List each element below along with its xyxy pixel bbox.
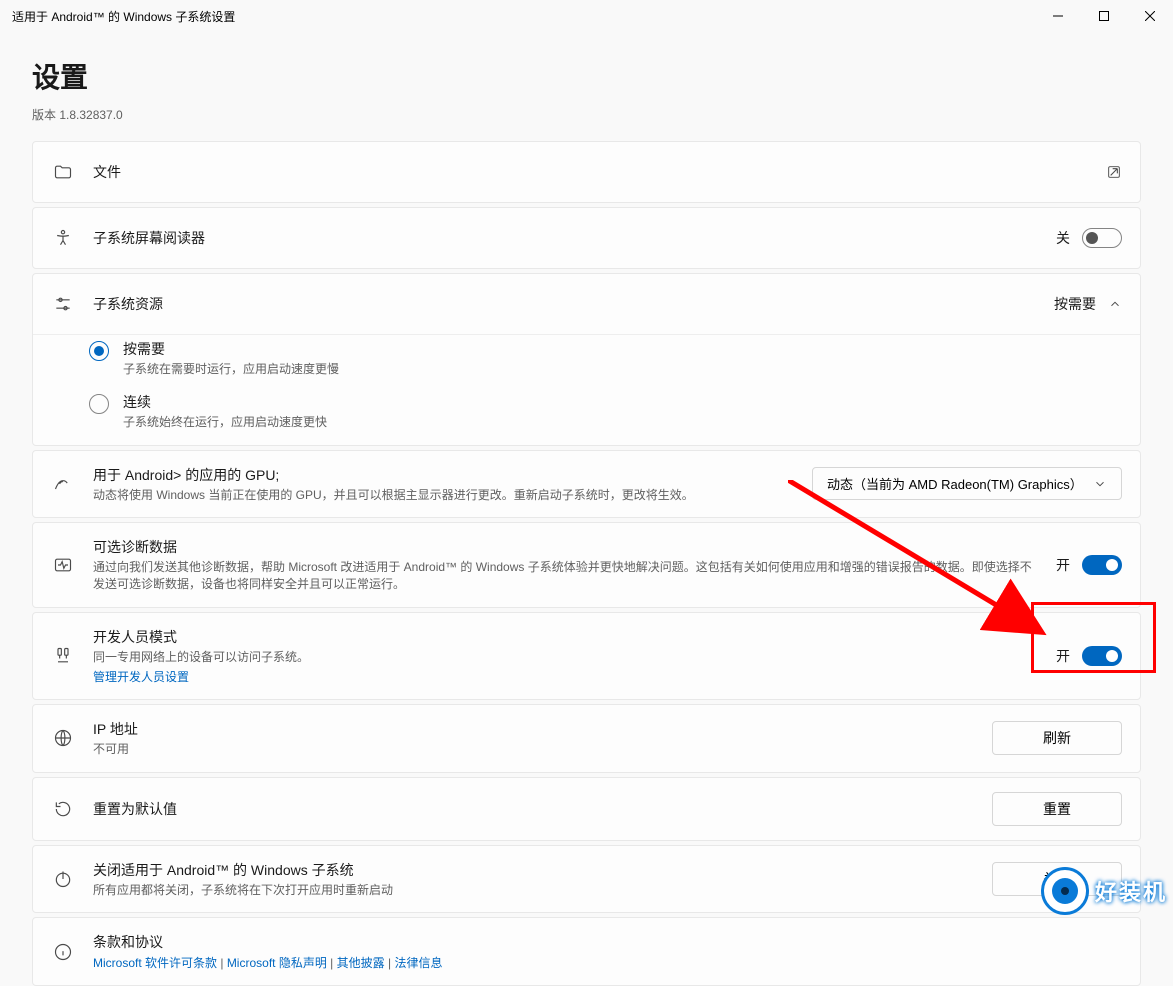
resources-label: 子系统资源 bbox=[93, 294, 1036, 314]
title-bar: 适用于 Android™ 的 Windows 子系统设置 bbox=[0, 0, 1173, 32]
window-controls bbox=[1035, 0, 1173, 32]
minimize-button[interactable] bbox=[1035, 0, 1081, 32]
developer-desc: 同一专用网络上的设备可以访问子系统。 bbox=[93, 649, 1038, 666]
diagnostics-state: 开 bbox=[1056, 555, 1070, 575]
screenreader-label: 子系统屏幕阅读器 bbox=[93, 228, 1038, 248]
resources-options: 按需要 子系统在需要时运行，应用启动速度更慢 连续 子系统始终在运行，应用启动速… bbox=[33, 334, 1140, 445]
gpu-icon bbox=[51, 474, 75, 494]
files-card[interactable]: 文件 bbox=[32, 141, 1141, 203]
terms-title: 条款和协议 bbox=[93, 932, 1122, 952]
heart-rate-icon bbox=[51, 555, 75, 575]
resources-card: 子系统资源 按需要 按需要 子系统在需要时运行，应用启动速度更慢 连续 子系统始… bbox=[32, 273, 1141, 446]
undo-icon bbox=[51, 799, 75, 819]
close-button[interactable] bbox=[1127, 0, 1173, 32]
reset-button[interactable]: 重置 bbox=[992, 792, 1122, 826]
globe-icon bbox=[51, 728, 75, 748]
page-title: 设置 bbox=[32, 56, 1141, 96]
chevron-up-icon bbox=[1108, 297, 1122, 311]
gpu-title: 用于 Android> 的应用的 GPU; bbox=[93, 465, 794, 485]
developer-state: 开 bbox=[1056, 646, 1070, 666]
developer-toggle[interactable] bbox=[1082, 646, 1122, 666]
radio-unselected[interactable] bbox=[89, 394, 109, 414]
terms-links: Microsoft 软件许可条款 | Microsoft 隐私声明 | 其他披露… bbox=[93, 954, 1122, 971]
watermark: 好装机 bbox=[1041, 867, 1167, 915]
watermark-text: 好装机 bbox=[1095, 875, 1167, 907]
shutdown-title: 关闭适用于 Android™ 的 Windows 子系统 bbox=[93, 860, 974, 880]
page-header: 设置 版本 1.8.32837.0 bbox=[0, 32, 1173, 141]
ip-title: IP 地址 bbox=[93, 719, 974, 739]
gpu-dropdown[interactable]: 动态（当前为 AMD Radeon(TM) Graphics） bbox=[812, 467, 1122, 500]
settings-list: 文件 子系统屏幕阅读器 关 子系统资源 按需要 bbox=[0, 141, 1173, 986]
developer-link[interactable]: 管理开发人员设置 bbox=[93, 668, 1038, 685]
diagnostics-toggle[interactable] bbox=[1082, 555, 1122, 575]
developer-card: 开发人员模式 同一专用网络上的设备可以访问子系统。 管理开发人员设置 开 bbox=[32, 612, 1141, 700]
ip-card: IP 地址 不可用 刷新 bbox=[32, 704, 1141, 773]
open-external-icon bbox=[1106, 164, 1122, 180]
diagnostics-title: 可选诊断数据 bbox=[93, 537, 1038, 557]
developer-title: 开发人员模式 bbox=[93, 627, 1038, 647]
screenreader-card: 子系统屏幕阅读器 关 bbox=[32, 207, 1141, 269]
chevron-down-icon bbox=[1093, 477, 1107, 491]
accessibility-icon bbox=[51, 228, 75, 248]
terms-link-license[interactable]: Microsoft 软件许可条款 bbox=[93, 956, 217, 970]
gpu-card: 用于 Android> 的应用的 GPU; 动态将使用 Windows 当前正在… bbox=[32, 450, 1141, 519]
sliders-icon bbox=[51, 294, 75, 314]
resources-option-ondemand[interactable]: 按需要 子系统在需要时运行，应用启动速度更慢 bbox=[89, 339, 1122, 378]
screenreader-state: 关 bbox=[1056, 228, 1070, 248]
reset-title: 重置为默认值 bbox=[93, 799, 974, 819]
version-label: 版本 1.8.32837.0 bbox=[32, 106, 1141, 123]
terms-card: 条款和协议 Microsoft 软件许可条款 | Microsoft 隐私声明 … bbox=[32, 917, 1141, 986]
maximize-button[interactable] bbox=[1081, 0, 1127, 32]
reset-card: 重置为默认值 重置 bbox=[32, 777, 1141, 841]
refresh-button[interactable]: 刷新 bbox=[992, 721, 1122, 755]
info-icon bbox=[51, 942, 75, 962]
developer-icon bbox=[51, 646, 75, 666]
power-icon bbox=[51, 869, 75, 889]
resources-header[interactable]: 子系统资源 按需要 bbox=[33, 274, 1140, 334]
folder-icon bbox=[51, 162, 75, 182]
resources-option-continuous[interactable]: 连续 子系统始终在运行，应用启动速度更快 bbox=[89, 392, 1122, 431]
files-label: 文件 bbox=[93, 162, 1088, 182]
ip-desc: 不可用 bbox=[93, 741, 974, 758]
radio-selected[interactable] bbox=[89, 341, 109, 361]
resources-value: 按需要 bbox=[1054, 294, 1096, 314]
screenreader-toggle[interactable] bbox=[1082, 228, 1122, 248]
window-title: 适用于 Android™ 的 Windows 子系统设置 bbox=[12, 8, 235, 25]
diagnostics-card: 可选诊断数据 通过向我们发送其他诊断数据，帮助 Microsoft 改进适用于 … bbox=[32, 522, 1141, 608]
shutdown-desc: 所有应用都将关闭，子系统将在下次打开应用时重新启动 bbox=[93, 882, 974, 899]
terms-link-privacy[interactable]: Microsoft 隐私声明 bbox=[227, 956, 327, 970]
watermark-logo-icon bbox=[1041, 867, 1089, 915]
terms-link-other[interactable]: 其他披露 bbox=[337, 956, 385, 970]
shutdown-card: 关闭适用于 Android™ 的 Windows 子系统 所有应用都将关闭，子系… bbox=[32, 845, 1141, 914]
diagnostics-desc: 通过向我们发送其他诊断数据，帮助 Microsoft 改进适用于 Android… bbox=[93, 559, 1038, 593]
gpu-desc: 动态将使用 Windows 当前正在使用的 GPU，并且可以根据主显示器进行更改… bbox=[93, 487, 794, 504]
terms-link-legal[interactable]: 法律信息 bbox=[394, 956, 442, 970]
